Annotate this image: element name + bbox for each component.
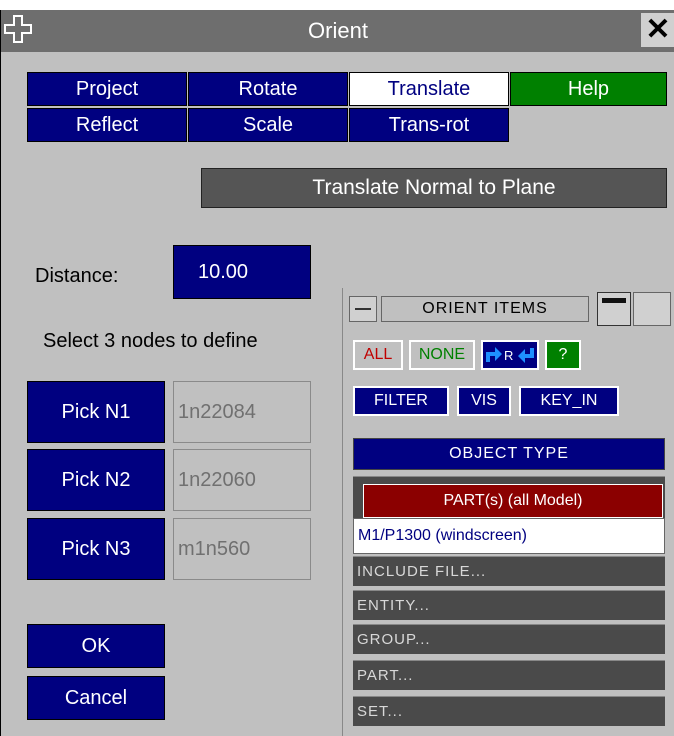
- tab-scale[interactable]: Scale: [188, 108, 348, 142]
- popup-title: ORIENT ITEMS: [381, 296, 589, 322]
- filter-button[interactable]: FILTER: [353, 386, 449, 416]
- tab-translate[interactable]: Translate: [349, 72, 509, 106]
- distance-label: Distance:: [35, 265, 119, 287]
- vis-button[interactable]: VIS: [457, 386, 511, 416]
- all-button[interactable]: ALL: [353, 340, 403, 370]
- list-item-part[interactable]: PART...: [353, 660, 665, 690]
- node-n2-field[interactable]: 1n22060: [173, 449, 311, 511]
- part-selection-dropdown[interactable]: PART(s) (all Model): [363, 484, 663, 518]
- key-in-button[interactable]: KEY_IN: [519, 386, 619, 416]
- title-bar[interactable]: Orient ✕: [1, 10, 674, 52]
- help-button[interactable]: Help: [510, 72, 667, 106]
- svg-text:R: R: [504, 348, 513, 363]
- ok-button[interactable]: OK: [27, 624, 165, 668]
- help-question-button[interactable]: ?: [545, 340, 581, 370]
- minimize-icon[interactable]: [349, 296, 377, 322]
- tab-trans-rot[interactable]: Trans-rot: [349, 108, 509, 142]
- popup-title-bar[interactable]: ORIENT ITEMS: [349, 290, 671, 328]
- restore-icon[interactable]: [633, 292, 671, 326]
- object-type-header: OBJECT TYPE: [353, 438, 665, 470]
- pick-reverse-icon[interactable]: R: [481, 340, 539, 370]
- maximize-icon[interactable]: [597, 292, 631, 326]
- node-n3-field[interactable]: m1n560: [173, 518, 311, 580]
- translate-normal-button[interactable]: Translate Normal to Plane: [201, 168, 667, 208]
- tab-rotate[interactable]: Rotate: [188, 72, 348, 106]
- distance-input[interactable]: 10.00: [173, 245, 311, 299]
- instruction-text: Select 3 nodes to define: [43, 330, 258, 352]
- orient-items-panel: ORIENT ITEMS ALL NONE R ? FILTER VIS KEY…: [342, 288, 674, 736]
- list-item-group[interactable]: GROUP...: [353, 624, 665, 654]
- pick-n2-button[interactable]: Pick N2: [27, 449, 165, 511]
- node-n1-field[interactable]: 1n22084: [173, 381, 311, 443]
- list-item-set[interactable]: SET...: [353, 696, 665, 726]
- list-item-include-file[interactable]: INCLUDE FILE...: [353, 556, 665, 586]
- close-icon[interactable]: ✕: [641, 13, 674, 47]
- window-title: Orient: [308, 18, 368, 43]
- tab-reflect[interactable]: Reflect: [27, 108, 187, 142]
- pick-n1-button[interactable]: Pick N1: [27, 381, 165, 443]
- list-item-entity[interactable]: ENTITY...: [353, 590, 665, 620]
- tab-project[interactable]: Project: [27, 72, 187, 106]
- pick-n3-button[interactable]: Pick N3: [27, 518, 165, 580]
- cancel-button[interactable]: Cancel: [27, 676, 165, 720]
- none-button[interactable]: NONE: [409, 340, 475, 370]
- dropdown-option[interactable]: M1/P1300 (windscreen): [353, 518, 665, 554]
